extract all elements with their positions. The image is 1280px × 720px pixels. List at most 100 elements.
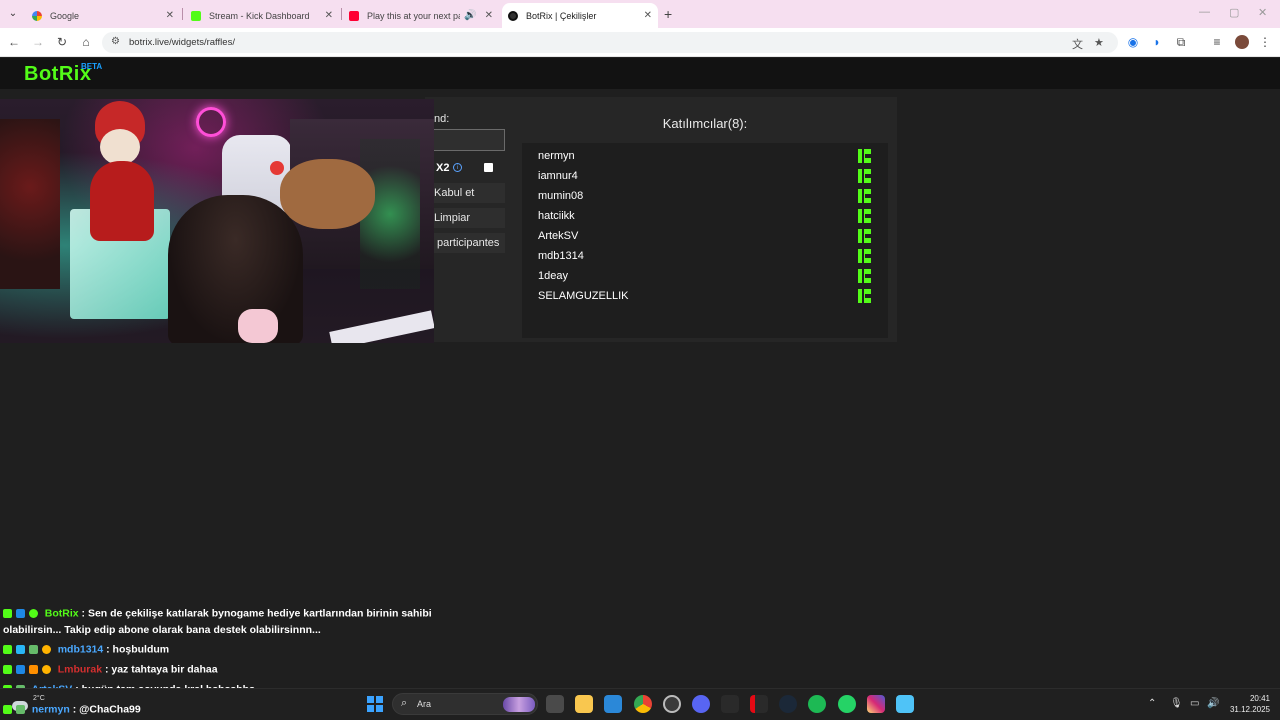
tab-botrix[interactable]: BotRix | Çekilişler ✕ [502, 3, 658, 28]
maximize-icon[interactable]: ▢ [1229, 6, 1239, 19]
chat-message: mdb1314 : hoşbuldum [3, 641, 169, 658]
browser-tab-bar: ⌄ Google ✕ Stream - Kick Dashboard ✕ Pla… [0, 0, 1280, 28]
participant-name: hatciikk [538, 210, 575, 222]
chat-username[interactable]: mdb1314 [58, 643, 104, 655]
back-icon[interactable]: ← [6, 35, 22, 49]
tab-youtube[interactable]: Play this at your next party 🔊 ✕ [343, 3, 499, 28]
profile-avatar[interactable] [1235, 35, 1249, 49]
kick-icon [858, 289, 871, 303]
chat-badges [3, 701, 26, 718]
windows-taskbar: 2°C [0, 688, 1280, 720]
reindeer-nose [270, 161, 284, 175]
speaker-icon[interactable]: 🔊 [464, 10, 476, 21]
url-text[interactable]: botrix.live/widgets/raffles/ [129, 37, 235, 48]
reading-list-icon[interactable]: ≡ [1209, 35, 1225, 49]
participant-row: 1deay [522, 265, 888, 285]
tab-divider [182, 8, 183, 20]
tab-search-dropdown-icon[interactable]: ⌄ [5, 5, 21, 21]
kick-icon [858, 209, 871, 223]
neon-sign [196, 107, 226, 137]
webcam-overlay [0, 99, 434, 343]
chat-message: BotRix : Sen de çekilişe katılarak bynog… [3, 605, 432, 622]
microphone [238, 309, 278, 343]
chat-text: : @ChaCha99 [72, 703, 141, 716]
participant-name: SELAMGUZELLIK [538, 290, 629, 302]
plant-decoration [0, 119, 60, 289]
close-tab-icon[interactable]: ✕ [166, 10, 174, 21]
participant-name: iamnur4 [538, 170, 578, 182]
kick-icon [858, 249, 871, 263]
extension-audio-icon[interactable]: ◗ [1149, 35, 1165, 49]
close-window-icon[interactable]: ✕ [1258, 6, 1267, 19]
kick-icon [858, 229, 871, 243]
browser-toolbar: ← → ↻ ⌂ ⚙ botrix.live/widgets/raffles/ 文… [0, 28, 1280, 57]
command-input[interactable] [432, 129, 505, 151]
close-tab-icon[interactable]: ✕ [644, 10, 652, 21]
chat-username[interactable]: nermyn [32, 703, 70, 715]
menu-kebab-icon[interactable]: ⋮ [1257, 35, 1273, 49]
chat-username[interactable]: BotRix [45, 607, 79, 619]
tab-divider [341, 8, 342, 20]
moderator-icon [15, 608, 25, 618]
subscriber-icon [41, 664, 51, 674]
tab-title: BotRix | Çekilişler [526, 10, 597, 21]
chat-message: Lmburak : yaz tahtaya bir dahaa [3, 661, 218, 678]
participants-title: Katılımcılar(8): [662, 116, 748, 131]
chat-badges [3, 641, 52, 658]
x2-checkbox[interactable] [484, 163, 493, 172]
participant-row: SELAMGUZELLIK [522, 285, 888, 305]
accept-button[interactable]: Kabul et [433, 183, 505, 203]
reload-icon[interactable]: ↻ [54, 35, 70, 49]
kick-icon [3, 608, 12, 618]
participants-button[interactable]: participantes [433, 233, 505, 253]
extensions-puzzle-icon[interactable]: ⧉ [1173, 35, 1189, 50]
chat-text: : yaz tahtaya bir dahaa [104, 663, 218, 676]
tab-title: Google [50, 10, 80, 21]
info-icon[interactable]: i [453, 163, 462, 172]
beta-badge: BETA [81, 62, 103, 71]
site-header: BotRix BETA [0, 58, 1280, 89]
chat-text: olabilirsin... Takip edip abone olarak b… [3, 624, 321, 636]
google-icon [32, 10, 42, 21]
home-icon[interactable]: ⌂ [78, 35, 94, 49]
christmas-tree [360, 139, 420, 289]
chat-message: nermyn : @ChaCha99 [3, 701, 141, 718]
participant-row: mdb1314 [522, 245, 888, 265]
streamer-silhouette [168, 195, 303, 343]
tab-title: Play this at your next party [367, 10, 460, 21]
participant-row: ArtekSV [522, 225, 888, 245]
tab-google[interactable]: Google ✕ [26, 3, 180, 28]
participant-name: mumin08 [538, 190, 584, 202]
bookmark-star-icon[interactable]: ★ [1094, 36, 1104, 49]
chat-badges [3, 605, 39, 622]
x2-label: X2 [436, 162, 450, 174]
site-info-icon[interactable]: ⚙ [111, 36, 120, 47]
diamond-icon [15, 644, 25, 654]
close-tab-icon[interactable]: ✕ [325, 10, 333, 21]
reindeer-plush [280, 159, 375, 229]
subscriber-icon [41, 644, 51, 654]
extension-s-icon[interactable]: ◉ [1125, 35, 1141, 49]
kick-icon [3, 704, 12, 714]
chat-username[interactable]: Lmburak [58, 663, 102, 675]
clear-button[interactable]: Limpiar [433, 208, 505, 228]
command-label: nd: [434, 113, 450, 125]
participant-row: nermyn [522, 145, 888, 165]
participants-list: nermyn iamnur4 mumin08 hatciikk ArtekSV … [522, 143, 888, 338]
address-bar[interactable]: ⚙ botrix.live/widgets/raffles/ 文 ★ [102, 32, 1118, 53]
new-tab-icon[interactable]: + [664, 6, 672, 22]
tab-kick-dashboard[interactable]: Stream - Kick Dashboard ✕ [185, 3, 339, 28]
translate-icon[interactable]: 文 [1072, 36, 1083, 52]
minimize-icon[interactable]: — [1199, 6, 1210, 18]
participant-row: mumin08 [522, 185, 888, 205]
chat-text: : Sen de çekilişe katılarak bynogame hed… [81, 607, 432, 620]
kick-icon [191, 10, 201, 21]
botrix-icon [508, 10, 518, 21]
youtube-icon [349, 10, 359, 21]
close-tab-icon[interactable]: ✕ [485, 10, 493, 21]
forward-icon[interactable]: → [30, 35, 46, 49]
verified-icon [28, 608, 38, 618]
participant-row: iamnur4 [522, 165, 888, 185]
participant-name: 1deay [538, 270, 568, 282]
gift-icon [28, 664, 38, 674]
